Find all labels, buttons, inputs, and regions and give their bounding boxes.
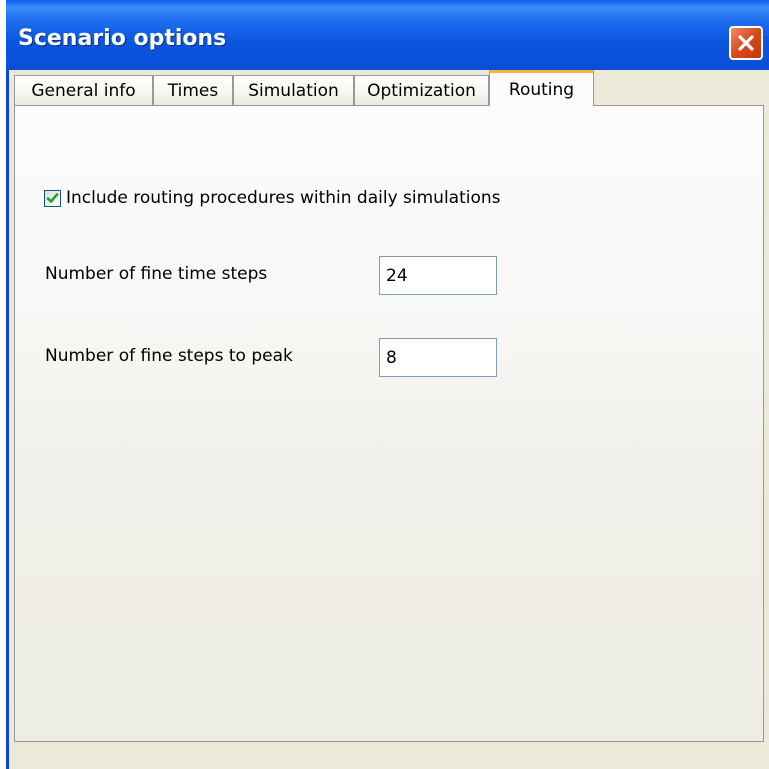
tab-simulation[interactable]: Simulation xyxy=(233,75,354,105)
tab-label: Optimization xyxy=(367,80,476,101)
fine-time-steps-label: Number of fine time steps xyxy=(45,264,268,284)
include-routing-row: Include routing procedures within daily … xyxy=(44,188,501,208)
fine-steps-to-peak-input[interactable] xyxy=(379,338,497,377)
include-routing-checkbox[interactable] xyxy=(44,189,61,207)
checkmark-icon xyxy=(46,192,59,203)
fine-steps-to-peak-label: Number of fine steps to peak xyxy=(45,346,293,366)
tab-general-info[interactable]: General info xyxy=(14,75,153,105)
tab-label: Times xyxy=(167,80,219,101)
close-icon xyxy=(738,35,754,51)
window-title: Scenario options xyxy=(18,26,227,51)
close-button[interactable] xyxy=(729,26,763,60)
dialog-bottom-area xyxy=(9,742,769,769)
fine-time-steps-input[interactable] xyxy=(379,256,497,295)
dialog-client-area: General info Times Simulation Optimizati… xyxy=(9,70,769,742)
tab-label: General info xyxy=(31,80,136,101)
tab-strip: General info Times Simulation Optimizati… xyxy=(14,70,764,108)
scenario-options-dialog: Scenario options General info Times Simu… xyxy=(6,0,769,769)
tab-times[interactable]: Times xyxy=(153,75,233,105)
tab-optimization[interactable]: Optimization xyxy=(354,75,489,105)
tab-routing[interactable]: Routing xyxy=(489,70,594,106)
title-bar[interactable]: Scenario options xyxy=(6,0,769,70)
include-routing-label[interactable]: Include routing procedures within daily … xyxy=(66,188,501,208)
tab-label: Routing xyxy=(508,79,575,100)
routing-tab-panel: Include routing procedures within daily … xyxy=(14,105,764,742)
tab-label: Simulation xyxy=(248,80,339,101)
